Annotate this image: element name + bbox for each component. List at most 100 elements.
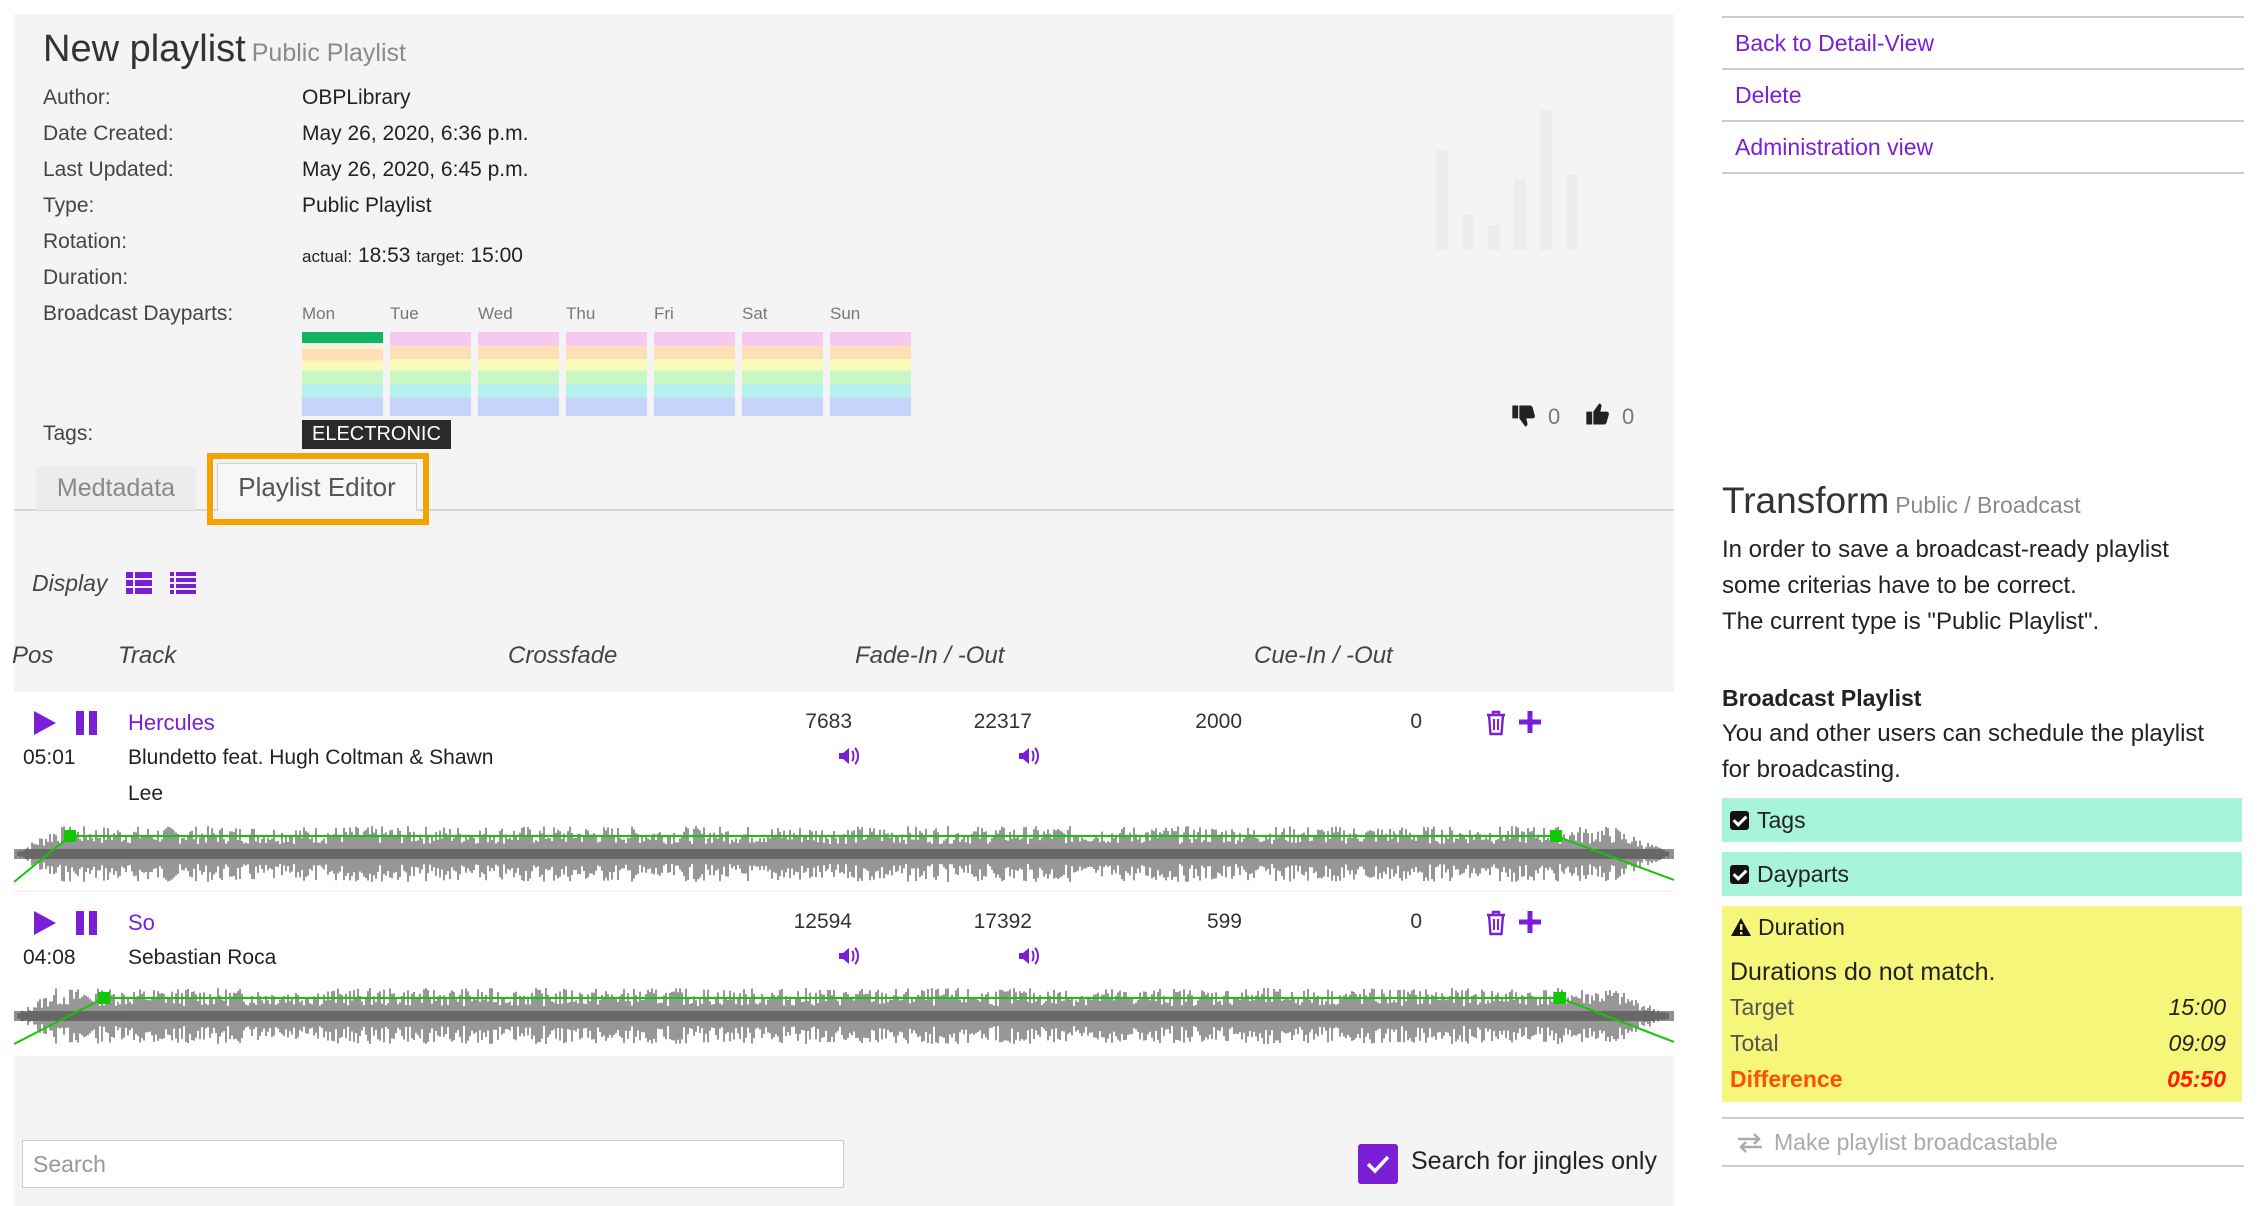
col-header-crossfade: Crossfade	[508, 642, 618, 669]
daypart-grid-tue	[390, 332, 471, 416]
track-title-link[interactable]: So	[128, 910, 155, 936]
dayparts-label: Broadcast Dayparts:	[43, 302, 234, 325]
waveform-core	[14, 849, 1674, 859]
waveform-core	[14, 1011, 1674, 1021]
display-list-button[interactable]	[170, 572, 196, 599]
title-text: New playlist	[43, 28, 246, 70]
fade-out-value[interactable]: 17392	[942, 910, 1032, 934]
playlist-header	[14, 14, 1674, 508]
criteria-duration-title: Duration	[1730, 914, 1845, 941]
view-grid-icon	[126, 572, 152, 594]
track-artist: Sebastian Roca	[128, 946, 277, 969]
broadcast-line: You and other users can schedule the pla…	[1722, 720, 2205, 747]
criteria-duration-label: Duration	[1758, 914, 1845, 940]
fade-in-value[interactable]: 12594	[762, 910, 852, 934]
broadcast-heading: Broadcast Playlist	[1722, 685, 1922, 711]
daypart-grid-wed	[478, 332, 559, 416]
thumbs-down-icon	[1512, 405, 1535, 427]
track-waveform[interactable]	[14, 984, 1674, 1048]
volume-icon[interactable]	[838, 746, 860, 766]
cue-in-value[interactable]: 599	[1152, 910, 1242, 934]
total-value: 09:09	[2168, 1030, 2226, 1056]
intro-line: In order to save a broadcast-ready playl…	[1722, 536, 2169, 563]
warning-icon	[1731, 918, 1751, 936]
col-header-cue: Cue-In / -Out	[1254, 642, 1393, 669]
track-duration: 04:08	[23, 946, 76, 969]
add-icon[interactable]	[1518, 910, 1542, 934]
volume-icon[interactable]	[838, 946, 860, 966]
fade-out-handle[interactable]	[1554, 992, 1566, 1004]
actual-value: 18:53	[357, 244, 411, 267]
author-label: Author:	[43, 86, 111, 109]
tab-playlist-editor[interactable]: Playlist Editor	[217, 463, 417, 511]
created-label: Date Created:	[43, 122, 174, 145]
cue-out-value[interactable]: 0	[1332, 710, 1422, 734]
fade-out-handle[interactable]	[1550, 830, 1562, 842]
thumbs-up-button[interactable]	[1584, 400, 1612, 433]
delete-link[interactable]: Delete	[1722, 68, 2244, 120]
track-waveform[interactable]	[14, 822, 1674, 886]
track-artist-cont: Lee	[128, 782, 164, 805]
difference-label: Difference	[1730, 1066, 1843, 1092]
track-artist: Blundetto feat. Hugh Coltman & Shawn	[128, 746, 494, 769]
cue-in-value[interactable]: 2000	[1152, 710, 1242, 734]
back-to-detail-link[interactable]: Back to Detail-View	[1722, 16, 2244, 68]
make-broadcastable-button[interactable]: Make playlist broadcastable	[1722, 1117, 2244, 1167]
transform-heading: Transform Public / Broadcast	[1722, 480, 2081, 522]
thumbs-down-count: 0	[1548, 404, 1561, 429]
criteria-tags-label: Tags	[1757, 807, 1806, 833]
checkbox-icon	[1730, 811, 1749, 830]
volume-icon[interactable]	[1018, 746, 1040, 766]
fade-in-handle[interactable]	[64, 830, 76, 842]
type-value: Public Playlist	[302, 194, 432, 217]
add-icon[interactable]	[1518, 710, 1542, 734]
administration-link[interactable]: Administration view	[1722, 120, 2244, 174]
transform-subtitle: Public / Broadcast	[1895, 492, 2081, 518]
thumbs-down-button[interactable]	[1510, 402, 1538, 435]
duration-label: Duration:	[43, 266, 129, 289]
author-link[interactable]: OBPLibrary	[302, 86, 411, 110]
play-icon[interactable]	[32, 909, 58, 937]
tags-label: Tags:	[43, 422, 94, 445]
pause-icon[interactable]	[74, 909, 100, 937]
day-label-tue: Tue	[390, 304, 419, 323]
col-header-pos: Pos	[12, 642, 54, 669]
view-list-icon	[170, 572, 196, 594]
track-title-link[interactable]: Hercules	[128, 710, 215, 736]
jingles-checkbox[interactable]	[1358, 1144, 1398, 1184]
trash-icon[interactable]	[1484, 910, 1508, 936]
tab-metadata[interactable]: Medtadata	[36, 466, 196, 510]
daypart-grid-thu	[566, 332, 647, 416]
play-icon[interactable]	[32, 709, 58, 737]
fade-out-value[interactable]: 22317	[942, 710, 1032, 734]
thumbs-up-icon	[1586, 403, 1609, 425]
day-label-mon: Mon	[302, 304, 336, 323]
page-title: New playlist Public Playlist	[43, 28, 406, 71]
target-label: target:	[416, 247, 465, 266]
type-label: Type:	[43, 194, 95, 217]
fade-in-handle[interactable]	[98, 992, 110, 1004]
col-header-track: Track	[118, 642, 177, 669]
tag-badge[interactable]: ELECTRONIC	[302, 420, 451, 449]
volume-icon[interactable]	[1018, 946, 1040, 966]
difference-value: 05:50	[2167, 1066, 2226, 1092]
col-header-fade: Fade-In / -Out	[855, 642, 1005, 669]
bars-graphic-icon	[1436, 110, 1578, 250]
search-input[interactable]	[22, 1140, 844, 1188]
cue-out-value[interactable]: 0	[1332, 910, 1422, 934]
transform-title: Transform	[1722, 480, 1890, 521]
checkbox-icon	[1730, 865, 1749, 884]
daypart-grid-sun	[830, 332, 911, 416]
intro-line: some criterias have to be correct.	[1722, 572, 2077, 599]
fade-in-value[interactable]: 7683	[762, 710, 852, 734]
criteria-tags: Tags	[1722, 798, 2242, 842]
updated-value: May 26, 2020, 6:45 p.m.	[302, 158, 529, 181]
jingles-label: Search for jingles only	[1411, 1147, 1657, 1175]
trash-icon[interactable]	[1484, 710, 1508, 736]
target-label: Target	[1730, 994, 1794, 1020]
actual-label: actual:	[302, 247, 353, 266]
display-grid-button[interactable]	[126, 572, 152, 599]
pause-icon[interactable]	[74, 709, 100, 737]
day-label-thu: Thu	[566, 304, 596, 323]
criteria-dayparts-label: Dayparts	[1757, 861, 1850, 887]
